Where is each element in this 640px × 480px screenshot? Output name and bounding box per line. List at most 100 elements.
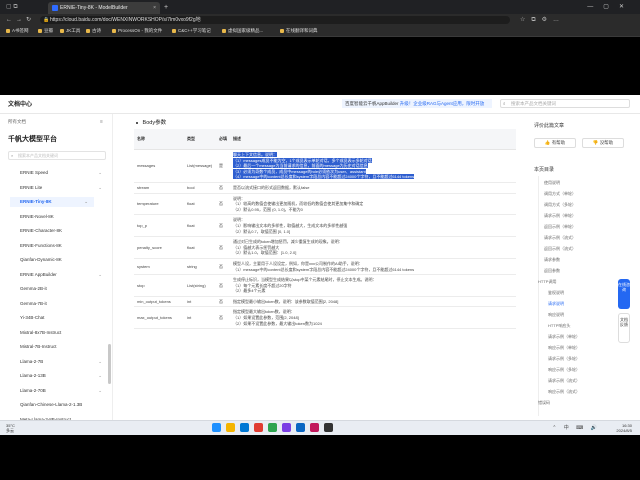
taskbar-app-icon[interactable] (310, 423, 319, 432)
toc-item[interactable]: 响应示例（多轮） (548, 367, 580, 373)
bookmark-item[interactable]: ProcessOn - 我的文件 (112, 26, 162, 36)
close-tab-icon[interactable]: × (153, 2, 156, 14)
bookmark-item[interactable]: JK工具 (60, 26, 80, 36)
toc-item[interactable]: 响应示例（流式） (548, 389, 580, 395)
system-tray-icons[interactable]: ⌃ 中 ⌨ 🔊 (552, 424, 600, 431)
bookmark-item[interactable]: A书签网 (6, 26, 29, 36)
bookmark-item[interactable]: 豆瓣 (38, 26, 53, 36)
toc-item[interactable]: 请求示例（流式） (548, 378, 580, 384)
toc-item[interactable]: 请求说明 (548, 301, 564, 307)
toc-item[interactable]: 请求示例（单轮） (544, 213, 576, 219)
sidebar-search-input[interactable]: ⌕ 搜索本产品文档关键词 (8, 151, 106, 160)
doc-search-input[interactable]: ⌕ 搜索本产品文档关键词 (500, 99, 630, 108)
browser-toolbar-icons[interactable]: ☆⧉⚙… (520, 15, 565, 25)
sidebar-item-label: ERNIE-Character-8K (20, 228, 63, 233)
online-consult-button[interactable]: 在线咨询 (618, 279, 630, 309)
toc-item[interactable]: 鉴权说明 (548, 290, 564, 296)
bookmark-item[interactable]: 在线翻译和词典 (280, 26, 318, 36)
taskbar-app-icon[interactable] (254, 423, 263, 432)
table-cell-name: penalty_score (134, 236, 184, 259)
table-row: stop List(string) 否生成停止标识，当模型生成结果以stop中某个元… (134, 274, 516, 297)
collapse-sidebar-icon[interactable]: ≡ (100, 119, 103, 125)
bookmark-label: ProcessOn - 我的文件 (118, 28, 163, 33)
toc-item[interactable]: HTTP调用 (538, 279, 556, 285)
sidebar-search-placeholder: 搜索本产品文档关键词 (18, 153, 58, 158)
toc-item[interactable]: 调用方式（单轮） (544, 191, 576, 197)
sidebar-item[interactable]: Llama-2-13B ⌄ (20, 371, 108, 381)
sidebar-item[interactable]: ERNIE Lite ⌄ (20, 183, 108, 193)
sidebar-item[interactable]: Mistral-7B-Instruct (20, 342, 108, 352)
taskbar-app-icon[interactable] (282, 423, 291, 432)
table-cell-type: string (184, 258, 216, 276)
toc-item[interactable]: 响应说明 (548, 312, 564, 318)
table-row: penalty_score float 否通过对已生成的token增加惩罚，减少重复… (134, 236, 516, 259)
clock[interactable]: 16:30 2024/8/5 (616, 423, 632, 433)
doc-center-logo[interactable]: 文档中心 (8, 99, 32, 108)
sidebar-item[interactable]: Qianfan-Chinese-Llama-2-1.3B (20, 400, 108, 410)
chevron-down-icon[interactable]: ⌄ (98, 386, 102, 396)
browser-tab[interactable]: ERNIE-Tiny-8K - ModelBuilder × (48, 2, 160, 14)
back-icon[interactable]: ← (6, 15, 12, 25)
new-tab-icon[interactable]: + (164, 2, 168, 14)
taskbar-app-icon[interactable] (324, 423, 333, 432)
doc-feedback-button[interactable]: 文档反馈 (618, 313, 630, 343)
toc-item[interactable]: HTTP响应头 (548, 323, 570, 329)
toc-item[interactable]: 返回示例（流式） (544, 246, 576, 252)
desc-line: 是否以流式接口的形式返回数据，默认false (233, 184, 310, 190)
table-row: system string 否模型人设，主要用于人设设定，例如，你是xxx公司制作的… (134, 258, 516, 276)
toc-item[interactable]: 调用方式（多轮） (544, 202, 576, 208)
toc-item[interactable]: 请求参数 (544, 257, 560, 263)
sidebar-item[interactable]: Qianfan-Dynamic-8K (20, 255, 108, 265)
weather-widget[interactable]: 35°C 多云 (6, 423, 15, 433)
sidebar-item[interactable]: Llama-2-70B ⌄ (20, 386, 108, 396)
table-header-cell: 名称 (134, 129, 184, 150)
window-controls[interactable]: —▢✕ (587, 0, 634, 14)
toc-item[interactable]: 返回示例（单轮） (544, 224, 576, 230)
toc-item[interactable]: 响应示例（单轮） (548, 345, 580, 351)
taskbar-app-icon[interactable] (296, 423, 305, 432)
banner-link[interactable]: 升级！企业级RAG与Agent应用，限时开放 (400, 101, 485, 106)
thumbs-up-icon: 👍 (544, 140, 551, 145)
helpful-button[interactable]: 👍 有帮助 (534, 138, 576, 148)
toc-item[interactable]: 请求示例（流式） (544, 235, 576, 241)
bookmark-item[interactable]: C&C++学习笔记 (172, 26, 211, 36)
bookmark-item[interactable]: 古诗 (86, 26, 101, 36)
sidebar-item[interactable]: Llama-2-7B ⌄ (20, 357, 108, 367)
taskbar-app-icon[interactable] (240, 423, 249, 432)
taskbar-app-icon[interactable] (268, 423, 277, 432)
toc-item[interactable]: 使用说明 (544, 180, 560, 186)
sidebar-item[interactable]: ERNIE Speed ⌄ (20, 168, 108, 178)
toc-item[interactable]: 请求示例（多轮） (548, 356, 580, 362)
chevron-down-icon[interactable]: ⌄ (98, 371, 102, 381)
chevron-down-icon[interactable]: ⌄ (98, 270, 102, 280)
sidebar-item[interactable]: ERNIE-Functions-8K (20, 241, 108, 251)
sidebar-item[interactable]: ERNIE-Character-8K (20, 226, 108, 236)
sidebar-item[interactable]: Mixtral-8x7B-Instruct (20, 328, 108, 338)
toc-item[interactable]: 请求示例（单轮） (548, 334, 580, 340)
reload-icon[interactable]: ↻ (26, 15, 31, 25)
chevron-down-icon[interactable]: ⌄ (98, 357, 102, 367)
not-helpful-button[interactable]: 👎 没帮助 (582, 138, 624, 148)
chevron-down-icon[interactable]: ⌄ (98, 168, 102, 178)
sidebar-item[interactable]: Gemma-7B-it (20, 299, 108, 309)
bookmark-item[interactable]: 虚拟国家级精品... (222, 26, 263, 36)
sidebar-item[interactable]: ERNIE AppBuilder ⌄ (20, 270, 108, 280)
chevron-down-icon[interactable]: ⌄ (98, 183, 102, 193)
sidebar-item[interactable]: ERNIE-Tiny-8K ⌄ (10, 197, 94, 207)
sidebar-scrollbar[interactable] (108, 344, 111, 384)
bookmark-icon (222, 28, 226, 33)
promo-banner[interactable]: 百度智能云千帆AppBuilder 升级！企业级RAG与Agent应用，限时开放 (342, 99, 492, 108)
url-input[interactable]: 🔒 https://cloud.baidu.com/doc/WENXINWORK… (40, 16, 510, 24)
forward-icon[interactable]: → (16, 15, 22, 25)
all-docs-link[interactable]: 所有文档 (8, 119, 26, 125)
desc-line: 说明： (233, 217, 245, 223)
toc-item[interactable]: 错误码 (538, 400, 550, 406)
tab-actions-icon[interactable]: ▢ ⧉ (6, 3, 18, 11)
sidebar-item[interactable]: Yi-34B-Chat (20, 313, 108, 323)
sidebar-item[interactable]: ERNIE-Novel-8K (20, 212, 108, 222)
taskbar-app-icon[interactable] (226, 423, 235, 432)
chevron-down-icon[interactable]: ⌄ (84, 197, 88, 207)
toc-item[interactable]: 返回参数 (544, 268, 560, 274)
start-menu-icon[interactable] (212, 423, 221, 432)
sidebar-item[interactable]: Gemma-2B-it (20, 284, 108, 294)
